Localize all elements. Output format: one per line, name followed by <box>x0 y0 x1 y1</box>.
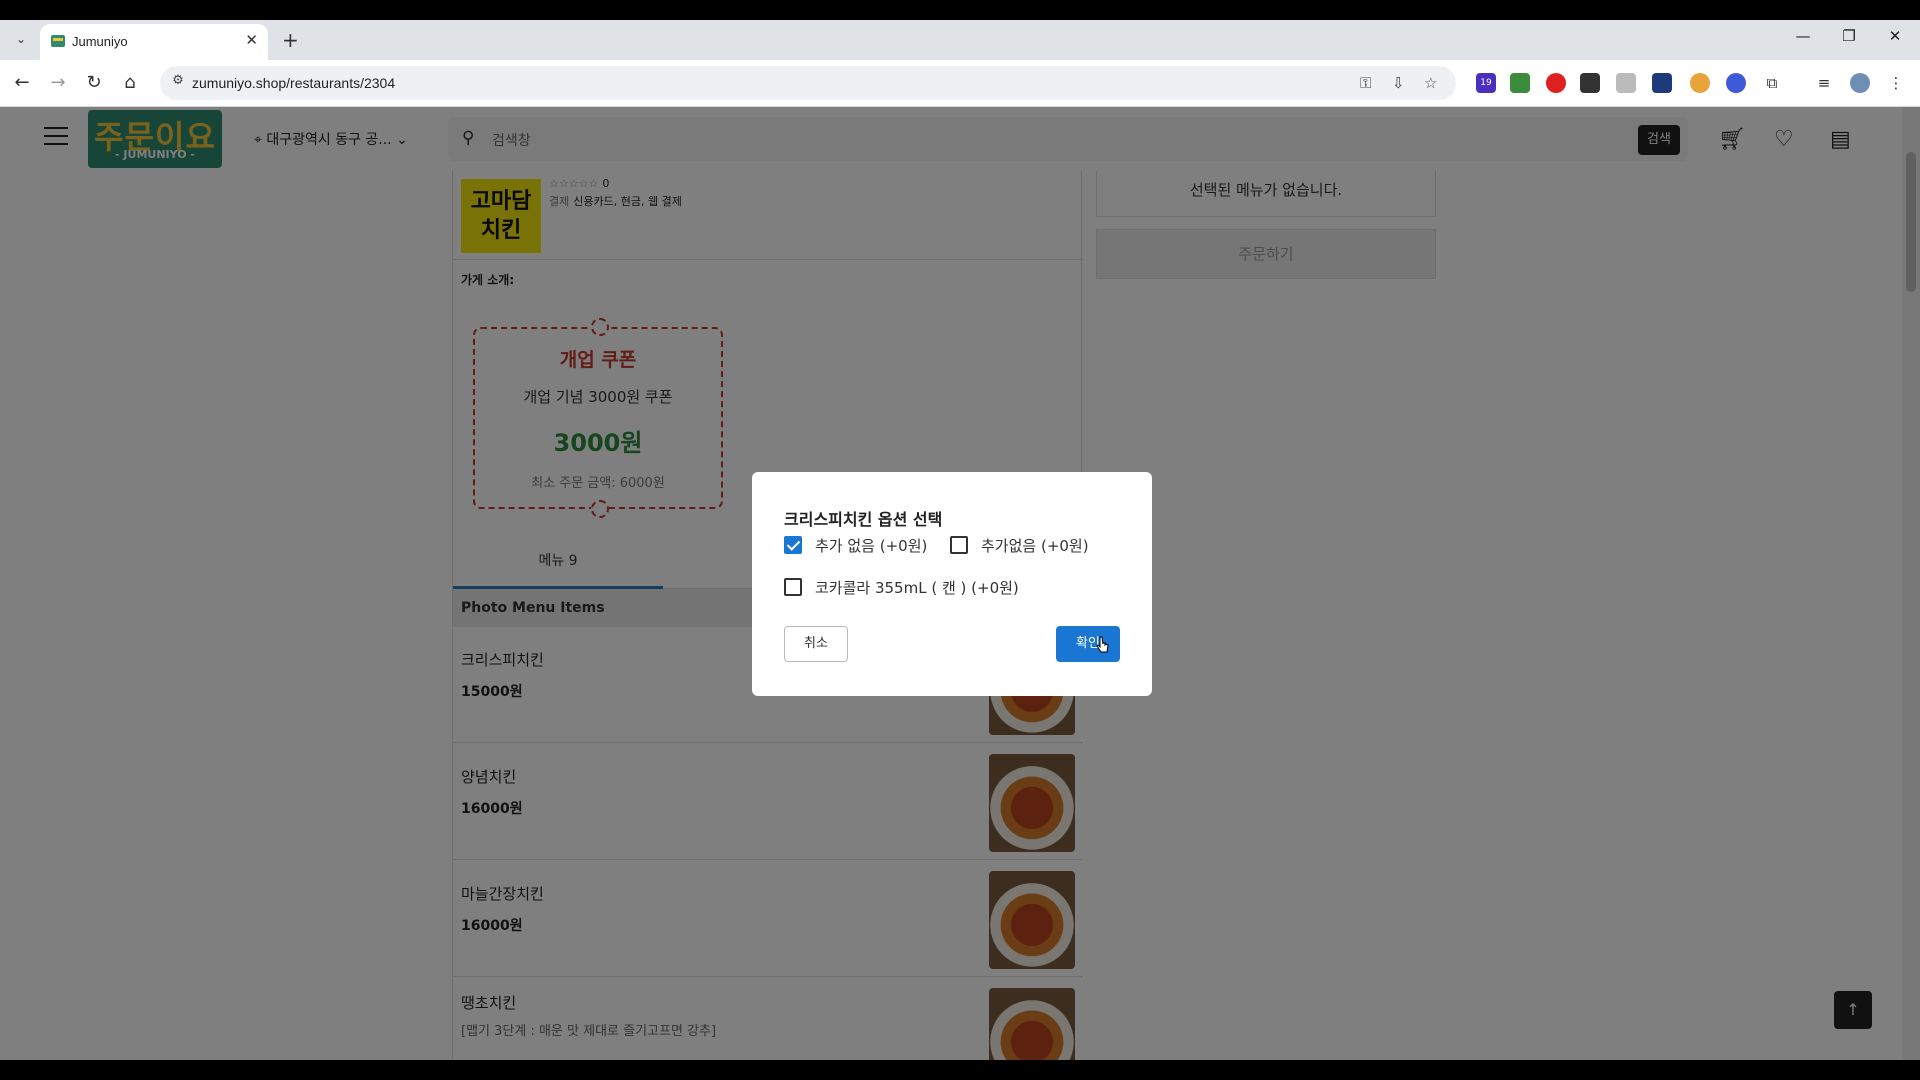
browser-chrome: ⌄ Jumuniyo ✕ + — ❐ ✕ ← → ↻ ⌂ ⚙ zumuniyo.… <box>0 20 1920 107</box>
extension-grid-icon[interactable] <box>1580 73 1600 93</box>
extension-screen-icon[interactable] <box>1510 73 1530 93</box>
tab-strip: ⌄ Jumuniyo ✕ + — ❐ ✕ <box>0 20 1920 60</box>
site-favicon-icon <box>51 35 65 47</box>
option-dialog: 크리스피치킨 옵션 선택 추가 없음 (+0원) 추가없음 (+0원) 코카콜라… <box>752 472 1152 696</box>
back-button[interactable]: ← <box>10 71 34 95</box>
new-tab-button[interactable]: + <box>282 28 299 52</box>
extension-camera-icon[interactable] <box>1616 73 1636 93</box>
address-bar[interactable]: ⚙ zumuniyo.shop/restaurants/2304 ⚿ ⇩ ☆ <box>160 66 1456 100</box>
taskbar-edge <box>0 1060 1920 1080</box>
minimize-button[interactable]: — <box>1788 27 1818 45</box>
media-control-icon[interactable]: ≡ <box>1814 73 1834 93</box>
page-viewport: 주문이요 - JUMUNIYO - ⌖ 대구광역시 동구 공... ⌄ ⚲ 검색… <box>0 107 1920 1060</box>
close-window-button[interactable]: ✕ <box>1880 27 1910 45</box>
browser-toolbar: ← → ↻ ⌂ ⚙ zumuniyo.shop/restaurants/2304… <box>0 60 1920 107</box>
tab-search-button[interactable]: ⌄ <box>10 28 32 50</box>
url-text: zumuniyo.shop/restaurants/2304 <box>192 75 396 91</box>
checkbox-icon[interactable] <box>950 536 968 554</box>
option-label: 추가없음 (+0원) <box>981 537 1089 555</box>
extension-circle-icon[interactable] <box>1726 73 1746 93</box>
extension-opera-icon[interactable] <box>1546 73 1566 93</box>
browser-tab[interactable]: Jumuniyo ✕ <box>40 24 268 60</box>
option-checkbox[interactable]: 추가없음 (+0원) <box>950 534 1120 556</box>
extension-cookie-icon[interactable] <box>1690 73 1710 93</box>
profile-avatar[interactable] <box>1850 73 1870 93</box>
tab-title: Jumuniyo <box>72 34 128 49</box>
bookmark-star-icon[interactable]: ☆ <box>1424 74 1437 92</box>
confirm-button[interactable]: 확인 <box>1056 626 1120 662</box>
reload-button[interactable]: ↻ <box>82 71 106 95</box>
extension-react-icon[interactable] <box>1652 73 1672 93</box>
checkbox-checked-icon[interactable] <box>784 536 802 554</box>
install-app-icon[interactable]: ⇩ <box>1392 74 1405 92</box>
extension-badge-icon[interactable]: 19 <box>1476 73 1496 93</box>
extensions-puzzle-icon[interactable]: ⧉ <box>1762 73 1782 93</box>
cancel-button[interactable]: 취소 <box>784 626 848 662</box>
browser-menu-icon[interactable]: ⋮ <box>1886 73 1906 93</box>
tab-close-icon[interactable]: ✕ <box>245 31 258 49</box>
restore-button[interactable]: ❐ <box>1834 27 1864 45</box>
checkbox-icon[interactable] <box>784 578 802 596</box>
dialog-title: 크리스피치킨 옵션 선택 <box>784 510 943 529</box>
option-checkbox[interactable]: 코카콜라 355mL ( 캔 ) (+0원) <box>784 576 1084 598</box>
option-checkbox[interactable]: 추가 없음 (+0원) <box>784 534 944 556</box>
site-info-icon[interactable]: ⚙ <box>168 73 188 88</box>
option-label: 코카콜라 355mL ( 캔 ) (+0원) <box>815 579 1019 597</box>
home-button[interactable]: ⌂ <box>118 71 142 95</box>
password-key-icon[interactable]: ⚿ <box>1360 74 1371 92</box>
forward-button[interactable]: → <box>46 71 70 95</box>
option-label: 추가 없음 (+0원) <box>815 537 928 555</box>
mouse-pointer-icon <box>1096 636 1109 653</box>
